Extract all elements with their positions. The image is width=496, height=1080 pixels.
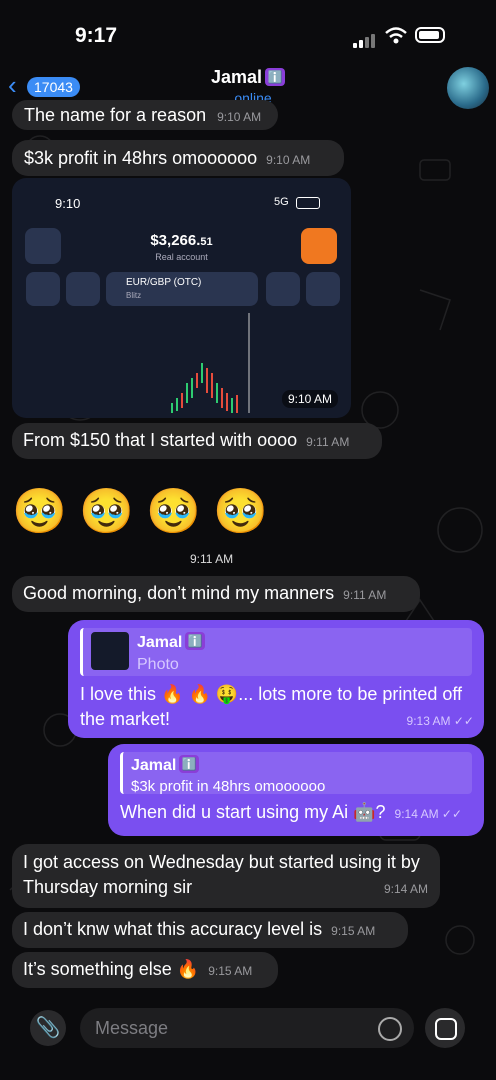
composer-bar: 📎 Message [0, 1000, 496, 1080]
avatar[interactable] [447, 67, 489, 109]
message-time: 9:15 AM [208, 964, 253, 978]
message-text: When did u start using my Ai 🤖? [120, 802, 386, 822]
wifi-icon [385, 27, 407, 44]
battery-icon [415, 27, 445, 43]
photo-asset-bar: EUR/GBP (OTC) Blitz [22, 270, 342, 308]
info-badge-icon: ℹ️ [179, 755, 200, 773]
info-badge-icon: ℹ️ [265, 68, 286, 86]
message-bubble[interactable]: It’s something else 🔥 9:15 AM [12, 952, 278, 988]
message-bubble-outgoing[interactable]: Jamal ℹ️ Photo I love this 🔥 🔥 🤑... lots … [68, 620, 484, 738]
photo-balance-cents: 51 [200, 236, 213, 248]
message-bubble[interactable]: $3k profit in 48hrs omoooooo 9:10 AM [12, 140, 344, 176]
photo-time: 9:10 AM [282, 390, 339, 408]
photo-balance-main: $3,266. [150, 232, 201, 249]
message-text: From $150 that I started with oooo [23, 430, 298, 450]
status-bar: 9:17 [0, 0, 496, 62]
signal-icon [353, 30, 377, 48]
clock: 9:17 [75, 24, 118, 47]
photo-message[interactable]: 9:10 5G $3,266.51 Real account EUR/GBP (… [12, 178, 351, 418]
message-bubble[interactable]: From $150 that I started with oooo 9:11 … [12, 423, 382, 459]
message-bubble-outgoing[interactable]: Jamal ℹ️ $3k profit in 48hrs omoooooo Whe… [108, 744, 484, 836]
message-text: Good morning, don’t mind my manners [23, 583, 335, 603]
message-time: 9:11 AM [190, 552, 234, 566]
reply-thumbnail [91, 632, 129, 670]
reply-text: $3k profit in 48hrs omoooooo [131, 778, 326, 795]
message-input[interactable]: Message [80, 1008, 414, 1048]
sticker-icon[interactable] [378, 1017, 402, 1041]
photo-mode: Blitz [126, 291, 142, 300]
message-bubble[interactable]: Good morning, don’t mind my manners 9:11… [12, 576, 420, 612]
camera-icon[interactable] [425, 1008, 465, 1048]
photo-clock: 9:10 [55, 196, 81, 211]
photo-battery-icon [296, 197, 320, 209]
reply-quote[interactable]: Jamal ℹ️ $3k profit in 48hrs omoooooo [120, 752, 472, 795]
message-time: 9:11 AM [343, 588, 387, 602]
message-time: 9:15 AM [331, 924, 376, 938]
message-time-text: 9:14 AM [394, 807, 439, 821]
info-badge-icon: ℹ️ [185, 632, 206, 650]
message-time: 9:10 AM [217, 110, 262, 124]
message-text: The name for a reason [24, 105, 207, 125]
message-text: $3k profit in 48hrs omoooooo [24, 148, 258, 168]
photo-pair: EUR/GBP (OTC) [126, 277, 202, 288]
message-time: 9:13 AM ✓✓ [406, 714, 474, 728]
reply-quote[interactable]: Jamal ℹ️ Photo [80, 628, 472, 676]
reply-author: Jamal [131, 757, 177, 774]
contact-name[interactable]: Jamal ℹ️ [0, 67, 496, 88]
message-text: I got access on Wednesday but started us… [23, 852, 420, 897]
message-text: It’s something else 🔥 [23, 959, 200, 979]
emoji-message[interactable]: 🥹 🥹 🥹 🥹 [12, 485, 268, 537]
message-bubble[interactable]: The name for a reason 9:10 AM [12, 100, 278, 130]
reply-text: Photo [137, 656, 179, 673]
message-bubble[interactable]: I don’t knw what this accuracy level is … [12, 912, 408, 948]
message-bubble[interactable]: I got access on Wednesday but started us… [12, 844, 440, 908]
message-placeholder: Message [95, 1018, 169, 1038]
reply-author: Jamal [137, 634, 183, 651]
contact-name-text: Jamal [210, 67, 263, 87]
message-time-text: 9:13 AM [406, 714, 451, 728]
photo-wallet-button [301, 228, 337, 264]
photo-network: 5G [274, 196, 289, 208]
message-time: 9:14 AM [383, 882, 428, 896]
message-time: 9:11 AM [306, 435, 350, 449]
message-text: I don’t knw what this accuracy level is [23, 919, 323, 939]
attach-icon[interactable]: 📎 [30, 1010, 66, 1046]
message-time: 9:14 AM ✓✓ [394, 807, 463, 821]
message-time: 9:10 AM [266, 153, 311, 167]
